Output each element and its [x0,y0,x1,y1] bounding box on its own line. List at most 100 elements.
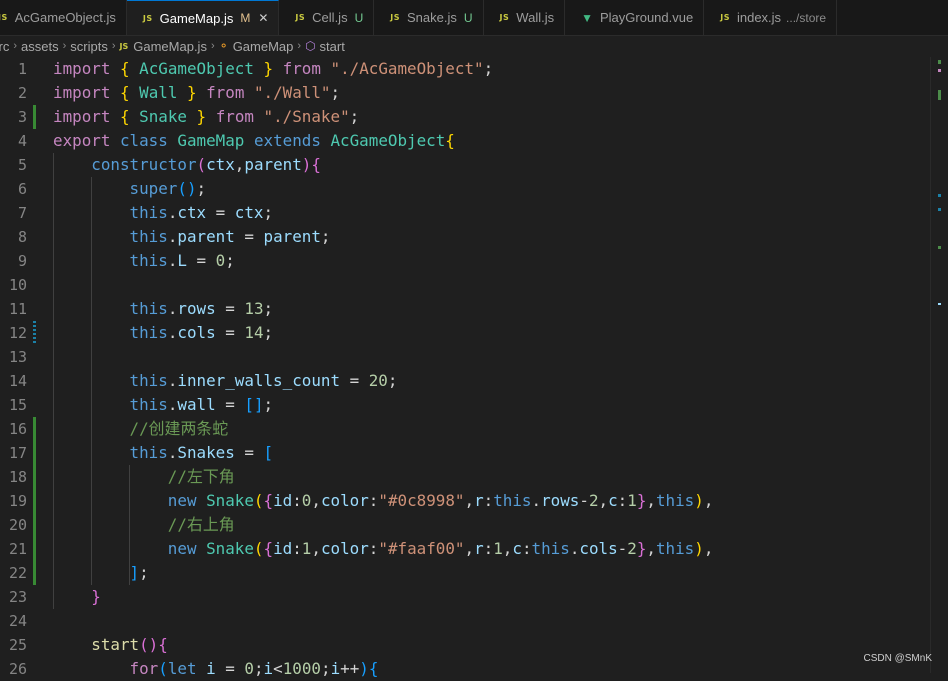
code-line[interactable]: 26 for(let i = 0;i<1000;i++){ [0,657,930,681]
code-line[interactable]: 6 super(); [0,177,930,201]
line-number: 22 [8,564,27,582]
breadcrumb-item[interactable]: ⬡ start [305,39,345,54]
token: class [119,131,178,150]
code-line[interactable]: 5 constructor(ctx,parent){ [0,153,930,177]
token: , [598,491,609,510]
breadcrumb-item[interactable]: src [0,39,9,54]
code-line[interactable]: 14 this.inner_walls_count = 20; [0,369,930,393]
line-number: 17 [8,444,27,462]
tab-path-hint: .../store [786,10,827,25]
code-line[interactable]: 1 import { AcGameObject } from "./AcGameO… [0,57,930,81]
token: ) [359,659,369,678]
token: import [53,83,120,102]
code-line[interactable]: 18 //左下角 [0,465,930,489]
token: = [215,299,245,318]
code-line[interactable]: 19 new Snake({id:0,color:"#0c8998",r:thi… [0,489,930,513]
breadcrumb-item[interactable]: JS GameMap.js [120,39,207,54]
breadcrumb-label: assets [21,38,59,54]
line-number: 8 [17,228,27,246]
code-line[interactable]: 8 this.parent = parent; [0,225,930,249]
token: rows [541,491,580,510]
code-editor[interactable]: 1 import { AcGameObject } from "./AcGameO… [0,57,948,678]
token: 2 [627,539,637,558]
tab-gamemap-js[interactable]: JS GameMap.js M ✕ [126,0,280,35]
token: 14 [244,323,264,342]
code-text: for(let i = 0;i<1000;i++){ [53,657,379,681]
git-status-badge: U [463,10,473,25]
token: ; [253,659,264,678]
code-line[interactable]: 3 import { Snake } from "./Snake"; [0,105,930,129]
code-line[interactable]: 17 this.Snakes = [ [0,441,930,465]
minimap[interactable] [930,57,948,673]
code-line[interactable]: 22 ]; [0,561,930,585]
token: ctx [206,155,235,174]
token: ( [196,155,207,174]
token: , [646,539,656,558]
git-gutter-modified-marker [33,321,36,345]
code-line[interactable]: 9 this.L = 0; [0,249,930,273]
code-line[interactable]: 20 //右上角 [0,513,930,537]
tab-cell-js[interactable]: JS Cell.js U [279,0,375,35]
close-icon[interactable]: ✕ [258,11,268,25]
token: . [167,371,178,390]
token: () [177,179,197,198]
token: //左下角 [53,467,235,486]
code-line[interactable]: 24 [0,609,930,633]
js-file-icon: JS [0,13,8,22]
tab-snake-js[interactable]: JS Snake.js U [374,0,484,35]
breadcrumb-item[interactable]: assets [21,39,59,54]
code-line[interactable]: 15 this.wall = []; [0,393,930,417]
breadcrumb-item[interactable]: scripts [70,39,108,54]
token: inner_walls_count [177,371,341,390]
tab-label: Cell.js [312,10,348,25]
token: = [215,323,245,342]
code-line[interactable]: 7 this.ctx = ctx; [0,201,930,225]
indent-guide [53,153,54,609]
tab-label: AcGameObject.js [14,10,116,25]
token: ; [225,251,235,270]
token: . [167,443,178,462]
token: : [368,491,379,510]
token: Snake [129,107,197,126]
code-line[interactable]: 16 //创建两条蛇 [0,417,930,441]
token: = [234,443,264,462]
breadcrumb-item[interactable]: ⚬ GameMap [219,39,294,54]
code-line[interactable]: 13 [0,345,930,369]
code-line[interactable]: 11 this.rows = 13; [0,297,930,321]
tab-playground-vue[interactable]: ▼ PlayGround.vue [565,0,705,35]
token: id [273,539,293,558]
code-line[interactable]: 23 } [0,585,930,609]
code-line[interactable]: 2 import { Wall } from "./Wall"; [0,81,930,105]
code-line[interactable]: 10 [0,273,930,297]
token: this [53,323,168,342]
tab-label: GameMap.js [159,10,234,26]
code-line[interactable]: 12 this.cols = 14; [0,321,930,345]
token: ; [320,227,331,246]
token: AcGameObject [129,59,264,78]
tab-wall-js[interactable]: JS Wall.js [484,0,566,35]
code-line[interactable]: 21 new Snake({id:1,color:"#faaf00",r:1,c… [0,537,930,561]
line-number: 18 [8,468,27,486]
code-text: this.parent = parent; [53,225,331,249]
token: { [158,635,168,654]
token: wall [177,395,216,414]
code-line[interactable]: 25 start(){ [0,633,930,657]
code-text: this.cols = 14; [53,321,274,345]
code-line[interactable]: 4 export class GameMap extends AcGameObje… [0,129,930,153]
tab-acgameobject-js[interactable]: JS AcGameObject.js [0,0,127,35]
line-number: 7 [17,204,27,222]
token: } [186,83,197,102]
token: { [119,59,130,78]
token: let [167,659,207,678]
code-text: start(){ [53,633,168,657]
token: { [311,155,321,174]
token: this [53,371,168,390]
token: r [474,491,484,510]
token: < [273,659,283,678]
token: = [215,659,245,678]
token: for [53,659,159,678]
token: , [234,155,245,174]
token: parent [177,227,235,246]
tab-index-js[interactable]: JS index.js .../store [704,0,838,35]
token: rows [177,299,216,318]
